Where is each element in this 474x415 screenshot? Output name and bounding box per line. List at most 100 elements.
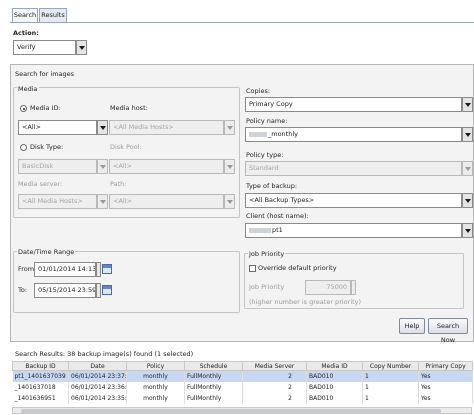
date-time-range-group [13, 251, 240, 313]
policy-type-dropdown-arrow [462, 161, 473, 176]
copies-select[interactable]: Primary Copy [245, 97, 462, 112]
to-date-input[interactable]: 05/15/2014 23:59:59 [34, 283, 96, 298]
client-dropdown-arrow[interactable] [462, 223, 473, 238]
media-host-input: <All Media Hosts> [109, 120, 224, 135]
media-id-value: <All> [22, 123, 41, 131]
column-header[interactable]: Media ID [306, 361, 363, 371]
table-cell: Yes [418, 381, 473, 393]
table-cell: BAD010 [306, 392, 363, 404]
table-cell: FullMonthly [184, 370, 243, 382]
table-row[interactable]: pt1_1401637039 06/01/2014 23:37:19 month… [12, 370, 473, 382]
to-label: To: [18, 286, 28, 294]
from-spinner[interactable] [96, 262, 101, 277]
action-dropdown-arrow[interactable] [76, 40, 87, 55]
help-button-label: Help [404, 322, 420, 330]
table-cell: 2 [242, 381, 307, 393]
column-header[interactable]: Copy Number [362, 361, 419, 371]
action-select-value: Verify [17, 43, 36, 51]
table-cell: 2 [242, 370, 307, 382]
media-id-label: Media ID: [30, 104, 61, 112]
tab-search[interactable]: Search [12, 8, 38, 23]
copies-dropdown-arrow[interactable] [462, 97, 473, 112]
table-cell: Yes [418, 392, 473, 404]
column-header[interactable]: Schedule [184, 361, 243, 371]
job-priority-hint: (higher number is greater priority) [249, 298, 362, 306]
media-host-dropdown-arrow [224, 120, 235, 135]
to-date-value: 05/15/2014 23:59:59 [38, 286, 96, 294]
policy-name-label: Policy name: [246, 117, 288, 125]
search-now-button[interactable]: Search Now [428, 318, 468, 344]
type-of-backup-select[interactable]: <All Backup Types> [245, 193, 462, 208]
policy-name-select[interactable]: _monthly [245, 127, 462, 142]
table-cell: 1 [362, 381, 419, 393]
media-server-input: <All Media Hosts> [18, 194, 97, 209]
disk-type-input: BasicDisk [18, 159, 97, 174]
override-priority-label: Override default priority [258, 264, 337, 272]
copies-value: Primary Copy [249, 100, 293, 108]
policy-name-value: _monthly [268, 130, 298, 138]
type-of-backup-dropdown-arrow[interactable] [462, 193, 473, 208]
media-server-dropdown-arrow [97, 194, 108, 209]
policy-type-value: Standard [249, 164, 279, 172]
path-value: <All> [113, 197, 132, 205]
type-of-backup-label: Type of backup: [246, 182, 298, 190]
table-cell: _1401637018 [12, 381, 69, 393]
results-header-row: Backup ID Date Policy Schedule Media Ser… [12, 361, 473, 371]
policy-type-label: Policy type: [246, 151, 284, 159]
job-priority-group-label: Job Priority [248, 250, 286, 258]
table-cell: Yes [418, 370, 473, 382]
client-label: Client (host name): [246, 212, 309, 220]
client-select[interactable]: pt1 [245, 223, 462, 238]
from-date-input[interactable]: 01/01/2014 14:13:14 [34, 262, 96, 277]
table-cell: pt1_1401637039 [12, 370, 69, 382]
tab-results-label: Results [41, 11, 65, 19]
client-value: pt1 [272, 226, 283, 234]
search-for-images-label: Search for images [15, 70, 75, 78]
copies-label: Copies: [246, 87, 271, 95]
path-dropdown-arrow [224, 194, 235, 209]
table-row[interactable]: _1401637018 06/01/2014 23:36:58 monthly … [12, 381, 473, 393]
redacted-mark [249, 227, 271, 233]
action-select[interactable]: Verify [13, 40, 76, 55]
media-id-radio[interactable] [20, 105, 27, 112]
policy-type-select: Standard [245, 161, 462, 176]
table-cell: 1 [362, 392, 419, 404]
results-table: Backup ID Date Policy Schedule Media Ser… [12, 361, 473, 404]
table-row[interactable]: _1401636951 06/01/2014 23:35:51 monthly … [12, 392, 473, 404]
tab-underline [10, 22, 474, 23]
results-horizontal-scrollbar[interactable] [12, 407, 472, 414]
disk-pool-dropdown-arrow [224, 159, 235, 174]
disk-type-radio[interactable] [20, 144, 27, 151]
media-server-value: <All Media Hosts> [22, 197, 83, 205]
column-header[interactable]: Date [68, 361, 127, 371]
to-spinner[interactable] [96, 283, 101, 298]
scrollbar-thumb[interactable] [21, 409, 441, 413]
column-header[interactable]: Media Server [242, 361, 307, 371]
table-cell: BAD010 [306, 370, 363, 382]
column-header[interactable]: Primary Copy [418, 361, 473, 371]
media-id-input[interactable]: <All> [18, 120, 97, 135]
override-priority-checkbox[interactable] [249, 265, 256, 272]
table-cell: monthly [126, 392, 185, 404]
column-header[interactable]: Backup ID [12, 361, 69, 371]
type-of-backup-value: <All Backup Types> [249, 196, 315, 204]
table-cell: BAD010 [306, 381, 363, 393]
media-host-label: Media host: [110, 104, 148, 112]
media-id-dropdown-arrow[interactable] [97, 120, 108, 135]
tab-results[interactable]: Results [39, 8, 67, 22]
path-label: Path: [110, 180, 127, 188]
column-header[interactable]: Policy [126, 361, 185, 371]
from-date-value: 01/01/2014 14:13:14 [38, 265, 96, 273]
policy-name-dropdown-arrow[interactable] [462, 127, 473, 142]
table-cell: monthly [126, 381, 185, 393]
from-calendar-icon[interactable] [102, 264, 112, 274]
disk-pool-value: <All> [113, 162, 132, 170]
date-time-range-label: Date/Time Range [17, 248, 76, 256]
disk-pool-label: Disk Pool: [110, 143, 142, 151]
table-cell: _1401636951 [12, 392, 69, 404]
to-calendar-icon[interactable] [102, 285, 112, 295]
help-button[interactable]: Help [399, 318, 425, 334]
disk-type-dropdown-arrow [97, 159, 108, 174]
disk-pool-input: <All> [109, 159, 224, 174]
tab-search-label: Search [13, 11, 37, 19]
